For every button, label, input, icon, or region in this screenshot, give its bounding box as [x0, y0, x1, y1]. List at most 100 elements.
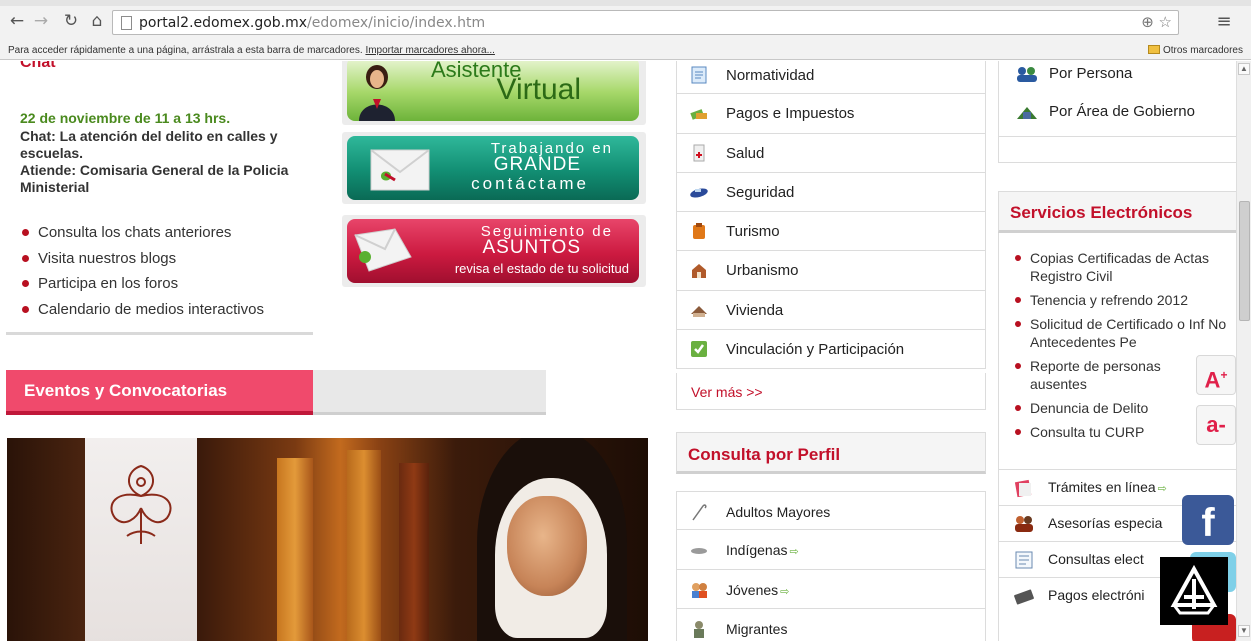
people-icon [1017, 67, 1037, 82]
vertical-scrollbar[interactable]: ▲ ▼ [1236, 61, 1251, 641]
bookmark-star-icon[interactable]: ☆ [1159, 13, 1172, 31]
bookmarks-bar: Para acceder rápidamente a una página, a… [0, 42, 1251, 60]
font-increase-button[interactable]: A+ [1196, 355, 1236, 395]
page-content: Chat 22 de noviembre de 11 a 13 hrs. Cha… [0, 61, 1251, 641]
events-title: Eventos y Convocatorias [24, 381, 228, 400]
perfil-title: Consulta por Perfil [688, 445, 841, 464]
scroll-down-arrow-icon[interactable]: ▼ [1238, 625, 1250, 637]
banner-inner: Asistente Virtual [347, 61, 639, 121]
list-item-seguridad[interactable]: Seguridad [676, 172, 986, 213]
book-shape [277, 458, 313, 641]
book-shape [399, 463, 429, 641]
other-bookmarks-label: Otros marcadores [1162, 45, 1243, 56]
chat-link-blogs[interactable]: Visita nuestros blogs [22, 250, 264, 276]
ornament-icon [110, 464, 172, 544]
servicio-tenencia[interactable]: Tenencia y refrendo 2012 [1013, 291, 1237, 309]
list-item-label: Jóvenes ⇨ [726, 582, 789, 598]
list-item-label: Asesorías especia [1048, 515, 1163, 531]
url-path: /edomex/inicio/index.htm [307, 15, 486, 31]
government-icon [1017, 107, 1037, 119]
servicios-header: Servicios Electrónicos [998, 191, 1238, 233]
scroll-thumb[interactable] [1239, 201, 1250, 321]
divider [6, 332, 313, 335]
servicio-personas-ausentes[interactable]: Reporte de personas ausentes [1013, 357, 1178, 393]
chat-date: 22 de noviembre de 11 a 13 hrs. [20, 110, 231, 126]
list-item-turismo[interactable]: Turismo [676, 212, 986, 252]
urbanism-icon [692, 264, 706, 279]
list-item-salud[interactable]: Salud [676, 133, 986, 173]
list-item-migrantes[interactable]: Migrantes [676, 608, 986, 641]
list-item-vinculacion[interactable]: Vinculación y Participación [676, 330, 986, 370]
facebook-icon[interactable]: f [1182, 495, 1234, 545]
forward-arrow-icon[interactable]: → [30, 9, 52, 33]
font-increase-label: A [1204, 367, 1221, 393]
address-bar[interactable]: portal2.edomex.gob.mx/edomex/inicio/inde… [112, 10, 1179, 35]
zoom-star-icons: ⊕ ☆ [1141, 13, 1172, 31]
youth-icon [692, 582, 707, 598]
chat-title: Chat [20, 61, 56, 71]
assistant-woman-icon [359, 65, 395, 121]
servicio-antecedentes[interactable]: Solicitud de Certificado o Inf No Antece… [1013, 315, 1228, 351]
money-icon [690, 109, 707, 121]
list-item-indigenas[interactable]: Indígenas ⇨ [676, 530, 986, 570]
servicio-copias-actas[interactable]: Copias Certificadas de Actas Registro Ci… [1013, 249, 1228, 285]
events-header: Eventos y Convocatorias [6, 370, 546, 415]
list-item-vivienda[interactable]: Vivienda [676, 290, 986, 331]
site-logo-icon[interactable] [1160, 557, 1228, 625]
other-bookmarks-button[interactable]: Otros marcadores [1147, 45, 1243, 56]
list-item-por-persona[interactable]: Por Persona [1009, 62, 1237, 86]
migrant-icon [694, 620, 704, 638]
list-item-label: Vinculación y Participación [726, 341, 905, 359]
list-item-normatividad[interactable]: Normatividad [676, 61, 986, 95]
list-item-label: Salud [726, 144, 765, 162]
chat-link-forums[interactable]: Participa en los foros [22, 275, 264, 301]
back-arrow-icon[interactable]: ← [6, 9, 28, 33]
list-item-pagos[interactable]: Pagos e Impuestos [676, 94, 986, 134]
seguimiento-line3: revisa el estado de tu solicitud [454, 261, 629, 276]
ver-mas-row: Ver más >> [676, 373, 986, 410]
home-icon[interactable]: ⌂ [86, 9, 108, 33]
asistente-virtual-banner[interactable]: Asistente Virtual [342, 61, 646, 125]
divider [999, 136, 1237, 137]
scroll-up-arrow-icon[interactable]: ▲ [1238, 63, 1250, 75]
participation-icon [691, 341, 707, 358]
tourism-icon [693, 223, 705, 240]
url-host: portal2.edomex.gob.mx [139, 15, 308, 31]
chat-link-previous[interactable]: Consulta los chats anteriores [22, 224, 264, 250]
font-increase-plus: + [1220, 368, 1228, 382]
seguimiento-asuntos-banner[interactable]: Seguimiento de ASUNTOS revisa el estado … [342, 215, 646, 287]
event-image[interactable] [7, 438, 648, 641]
contacto-line2: GRANDE [493, 154, 581, 175]
jovenes-label: Jóvenes [726, 581, 779, 598]
list-item-label: Turismo [726, 223, 780, 241]
zoom-icon[interactable]: ⊕ [1141, 13, 1154, 31]
chat-links: Consulta los chats anteriores Visita nue… [22, 224, 264, 326]
font-decrease-button[interactable]: a- [1196, 405, 1236, 445]
list-item-label: Urbanismo [726, 262, 799, 280]
perfil-list: Adultos Mayores Indígenas ⇨ Jóvenes ⇨ Migr… [676, 491, 986, 641]
security-icon [690, 188, 708, 198]
feather-icon [691, 548, 707, 555]
list-item-por-area[interactable]: Por Área de Gobierno [1009, 100, 1237, 124]
url-text[interactable]: portal2.edomex.gob.mx/edomex/inicio/inde… [139, 15, 485, 31]
logo-mark [1170, 564, 1218, 615]
health-icon [693, 144, 705, 162]
menu-icon[interactable]: ≡ [1212, 10, 1236, 34]
chat-link-calendar[interactable]: Calendario de medios interactivos [22, 301, 264, 327]
forms-icon [1014, 479, 1032, 498]
bookmarks-hint: Para acceder rápidamente a una página, a… [8, 45, 495, 56]
ver-mas-link[interactable]: Ver más >> [691, 384, 763, 400]
portrait-face [507, 496, 587, 596]
events-tab[interactable]: Eventos y Convocatorias [6, 370, 313, 415]
list-item-label: Seguridad [726, 183, 795, 201]
reload-icon[interactable]: ↻ [60, 9, 82, 33]
list-item-urbanismo[interactable]: Urbanismo [676, 251, 986, 291]
import-bookmarks-link[interactable]: Importar marcadores ahora... [365, 45, 495, 56]
list-item-jovenes[interactable]: Jóvenes ⇨ [676, 569, 986, 609]
list-item-adultos[interactable]: Adultos Mayores [676, 491, 986, 531]
book-shape [347, 450, 381, 641]
consults-icon [1015, 551, 1033, 569]
cane-icon [692, 504, 707, 521]
list-item-label: Adultos Mayores [726, 504, 831, 520]
contactame-banner[interactable]: Trabajando en GRANDE contáctame [342, 132, 646, 204]
